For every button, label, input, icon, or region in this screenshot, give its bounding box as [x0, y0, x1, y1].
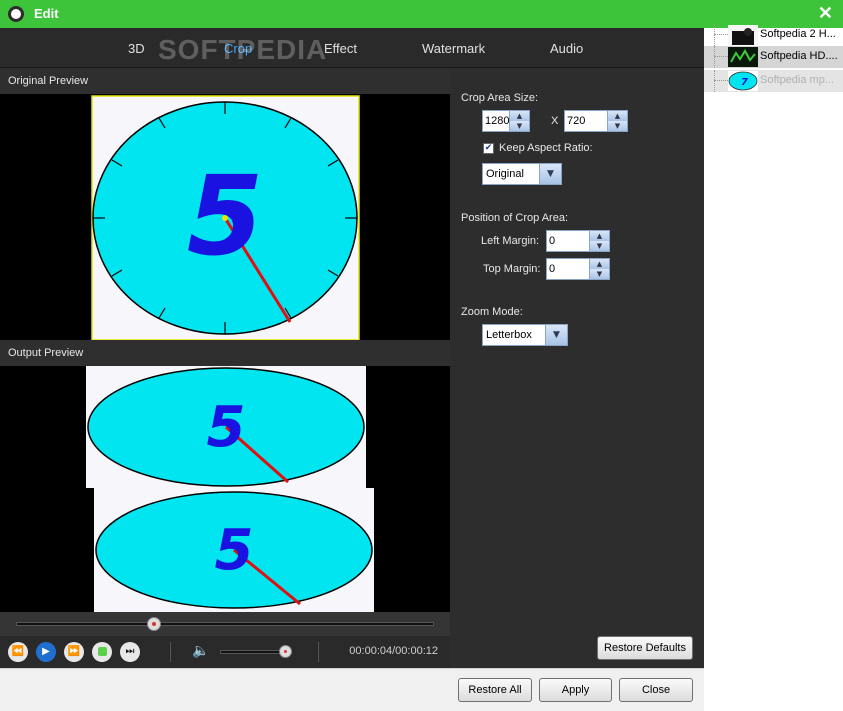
divider [170, 642, 171, 662]
crop-position-label: Position of Crop Area: [461, 212, 569, 224]
output-preview-label: Output Preview [0, 340, 450, 366]
file-list: Softpedia 2 H... Softpedia HD.... 7 Soft… [704, 24, 843, 711]
zoom-mode-dropdown[interactable]: Letterbox ▼ [482, 324, 568, 346]
chevron-down-icon: ▼ [545, 325, 567, 345]
volume-icon[interactable]: 🔈 [192, 643, 209, 659]
file-item-3[interactable]: 7 Softpedia mp... [704, 70, 843, 92]
window-close-button[interactable]: ✕ [818, 3, 833, 24]
output-clock-digit-top: 5 [207, 395, 246, 460]
keep-aspect-ratio-checkbox[interactable]: ✔ [483, 143, 494, 154]
chevron-down-icon: ▼ [539, 164, 561, 184]
rewind-button[interactable]: ⏪ [8, 642, 28, 662]
crop-width-up-arrow-icon[interactable]: ▲ [509, 111, 529, 121]
time-display: 00:00:04/00:00:12 [349, 645, 438, 657]
seek-knob[interactable] [146, 617, 161, 631]
dialog-footer: Restore All Apply Close [0, 668, 704, 711]
original-preview-frame: 5 [91, 95, 360, 340]
tab-watermark[interactable]: Watermark [422, 41, 485, 56]
top-margin-input[interactable] [549, 261, 587, 277]
app-logo-icon [8, 6, 24, 22]
output-preview: 5 5 [0, 366, 450, 612]
tab-3d[interactable]: 3D [128, 41, 145, 56]
zoom-mode-value: Letterbox [486, 329, 532, 341]
seek-bar[interactable] [0, 612, 450, 636]
tab-audio[interactable]: Audio [550, 41, 583, 56]
left-margin-spinner[interactable]: ▲ ▼ [546, 230, 610, 252]
tree-connector [714, 80, 728, 81]
tree-connector [714, 56, 728, 57]
tree-line [714, 46, 715, 68]
file-name: Softpedia 2 H... [760, 28, 836, 40]
fast-forward-button[interactable]: ⏩ [64, 642, 84, 662]
close-button[interactable]: Close [619, 678, 693, 702]
volume-knob[interactable] [278, 645, 292, 658]
file-item-1[interactable]: Softpedia 2 H... [704, 24, 843, 46]
apply-button[interactable]: Apply [539, 678, 612, 702]
softpedia-watermark: SOFTPEDIA [158, 34, 328, 65]
video-thumbnail-icon [728, 25, 758, 45]
crop-height-down-arrow-icon[interactable]: ▼ [607, 121, 627, 131]
tree-line [714, 70, 715, 92]
seek-track[interactable] [16, 622, 434, 626]
stop-button[interactable] [92, 642, 112, 662]
playback-controls: ⏪ ▶ ⏩ ⏭ 🔈 00:00:04/00:00:12 [0, 636, 450, 668]
output-preview-frame: 5 5 [64, 366, 386, 612]
top-margin-down-arrow-icon[interactable]: ▼ [589, 269, 609, 279]
file-name: Softpedia HD.... [760, 50, 838, 62]
window-title: Edit [34, 6, 59, 21]
file-name: Softpedia mp... [760, 74, 834, 86]
video-thumbnail-icon: 7 [728, 71, 758, 91]
top-margin-up-arrow-icon[interactable]: ▲ [589, 259, 609, 269]
play-button[interactable]: ▶ [36, 642, 56, 662]
left-margin-up-arrow-icon[interactable]: ▲ [589, 231, 609, 241]
next-frame-button[interactable]: ⏭ [120, 642, 140, 662]
crop-area-size-label: Crop Area Size: [461, 92, 539, 104]
aspect-ratio-value: Original [486, 168, 524, 180]
left-margin-input[interactable] [549, 233, 587, 249]
crop-size-separator: X [551, 115, 559, 127]
original-preview-label: Original Preview [0, 68, 450, 94]
video-thumbnail-icon [728, 47, 758, 67]
restore-defaults-button[interactable]: Restore Defaults [597, 636, 693, 660]
divider [318, 642, 319, 662]
restore-all-button[interactable]: Restore All [458, 678, 532, 702]
crop-width-down-arrow-icon[interactable]: ▼ [509, 121, 529, 131]
editor-panel: 3D Crop Effect Watermark Audio SOFTPEDIA… [0, 28, 704, 668]
crop-width-spinner[interactable]: ▲ ▼ [482, 110, 530, 132]
stop-icon [97, 647, 107, 656]
tree-line [714, 24, 715, 46]
tab-bar: 3D Crop Effect Watermark Audio SOFTPEDIA [0, 28, 704, 68]
original-preview: 5 [0, 94, 450, 340]
keep-aspect-ratio-label: Keep Aspect Ratio: [499, 142, 593, 154]
svg-text:7: 7 [741, 77, 748, 88]
file-item-2[interactable]: Softpedia HD.... [704, 46, 843, 68]
top-margin-spinner[interactable]: ▲ ▼ [546, 258, 610, 280]
aspect-ratio-dropdown[interactable]: Original ▼ [482, 163, 562, 185]
crop-height-up-arrow-icon[interactable]: ▲ [607, 111, 627, 121]
left-margin-label: Left Margin: [481, 235, 540, 247]
zoom-mode-label: Zoom Mode: [461, 306, 523, 318]
tree-connector [714, 34, 728, 35]
crop-height-input[interactable] [567, 113, 605, 129]
crop-height-spinner[interactable]: ▲ ▼ [564, 110, 628, 132]
output-clock-digit-bottom: 5 [215, 518, 254, 583]
preview-column: Original Preview 5 Output Preview 5 5 ⏪ … [0, 68, 450, 668]
crop-settings-panel: Crop Area Size: ▲ ▼ X ▲ ▼ ✔ Keep Aspect … [451, 68, 704, 668]
left-margin-down-arrow-icon[interactable]: ▼ [589, 241, 609, 251]
tab-effect[interactable]: Effect [324, 41, 357, 56]
top-margin-label: Top Margin: [483, 263, 541, 275]
